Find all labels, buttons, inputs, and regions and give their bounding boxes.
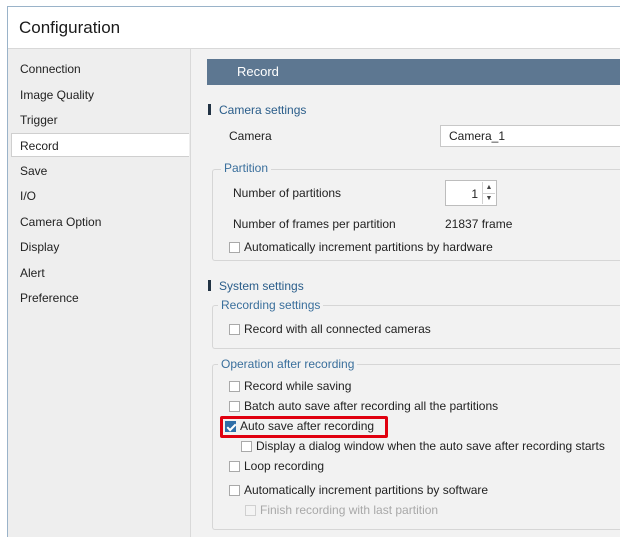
sidebar: Connection Image Quality Trigger Record …	[8, 49, 191, 537]
section-marker-icon	[208, 104, 211, 115]
auto-increment-sw-label: Automatically increment partitions by so…	[244, 483, 489, 497]
operation-after-recording-legend: Operation after recording	[218, 357, 358, 371]
finish-last-partition-option[interactable]: Finish recording with last partition	[245, 502, 438, 518]
sidebar-item-connection[interactable]: Connection	[8, 57, 188, 81]
sidebar-item-trigger[interactable]: Trigger	[8, 108, 188, 132]
camera-settings-heading: Camera settings	[208, 103, 306, 117]
auto-increment-hw-option[interactable]: Automatically increment partitions by ha…	[229, 239, 493, 255]
stepper-buttons: ▲ ▼	[482, 182, 495, 204]
display-dialog-option[interactable]: Display a dialog window when the auto sa…	[241, 438, 605, 454]
frames-per-partition-value: 21837 frame	[445, 217, 513, 231]
sidebar-item-image-quality[interactable]: Image Quality	[8, 83, 188, 107]
section-marker-icon	[208, 280, 211, 291]
record-all-checkbox[interactable]	[229, 324, 240, 335]
sidebar-item-save[interactable]: Save	[8, 159, 188, 183]
auto-increment-sw-option[interactable]: Automatically increment partitions by so…	[229, 482, 488, 498]
content-panel: Record Camera settings Camera Camera_1 P…	[191, 49, 620, 537]
num-partitions-stepper[interactable]: 1 ▲ ▼	[445, 180, 497, 206]
display-dialog-label: Display a dialog window when the auto sa…	[256, 439, 605, 453]
sidebar-item-io[interactable]: I/O	[8, 184, 188, 208]
loop-recording-label: Loop recording	[244, 459, 325, 473]
camera-select[interactable]: Camera_1	[440, 125, 620, 147]
finish-last-partition-label: Finish recording with last partition	[260, 503, 439, 517]
record-while-saving-label: Record while saving	[244, 379, 352, 393]
batch-auto-save-option[interactable]: Batch auto save after recording all the …	[229, 398, 498, 414]
partition-legend: Partition	[221, 161, 272, 175]
loop-recording-checkbox[interactable]	[229, 461, 240, 472]
sidebar-item-display[interactable]: Display	[8, 235, 188, 259]
window-title: Configuration	[19, 18, 121, 37]
record-all-label: Record with all connected cameras	[244, 322, 431, 336]
sidebar-item-camera-option[interactable]: Camera Option	[8, 210, 188, 234]
highlight-annotation	[220, 416, 388, 438]
finish-last-partition-checkbox[interactable]	[245, 505, 256, 516]
auto-increment-sw-checkbox[interactable]	[229, 485, 240, 496]
title-bar: Configuration	[8, 7, 620, 49]
system-settings-heading: System settings	[208, 279, 304, 293]
num-partitions-label: Number of partitions	[233, 186, 342, 200]
record-while-saving-option[interactable]: Record while saving	[229, 378, 351, 394]
num-partitions-value: 1	[471, 187, 478, 201]
batch-auto-save-checkbox[interactable]	[229, 401, 240, 412]
batch-auto-save-label: Batch auto save after recording all the …	[244, 399, 499, 413]
display-dialog-checkbox[interactable]	[241, 441, 252, 452]
loop-recording-option[interactable]: Loop recording	[229, 458, 324, 474]
record-all-option[interactable]: Record with all connected cameras	[229, 321, 431, 337]
camera-settings-label: Camera settings	[219, 103, 307, 117]
section-header-record: Record	[207, 59, 620, 85]
auto-increment-hw-label: Automatically increment partitions by ha…	[244, 240, 493, 254]
recording-settings-legend: Recording settings	[218, 298, 324, 312]
auto-increment-hw-checkbox[interactable]	[229, 242, 240, 253]
record-while-saving-checkbox[interactable]	[229, 381, 240, 392]
stepper-down-icon[interactable]: ▼	[483, 193, 495, 204]
frames-per-partition-label: Number of frames per partition	[233, 217, 396, 231]
sidebar-item-record[interactable]: Record	[11, 133, 189, 157]
camera-label: Camera	[229, 129, 272, 143]
system-settings-label: System settings	[219, 279, 304, 293]
sidebar-item-preference[interactable]: Preference	[8, 286, 188, 310]
sidebar-item-alert[interactable]: Alert	[8, 261, 188, 285]
